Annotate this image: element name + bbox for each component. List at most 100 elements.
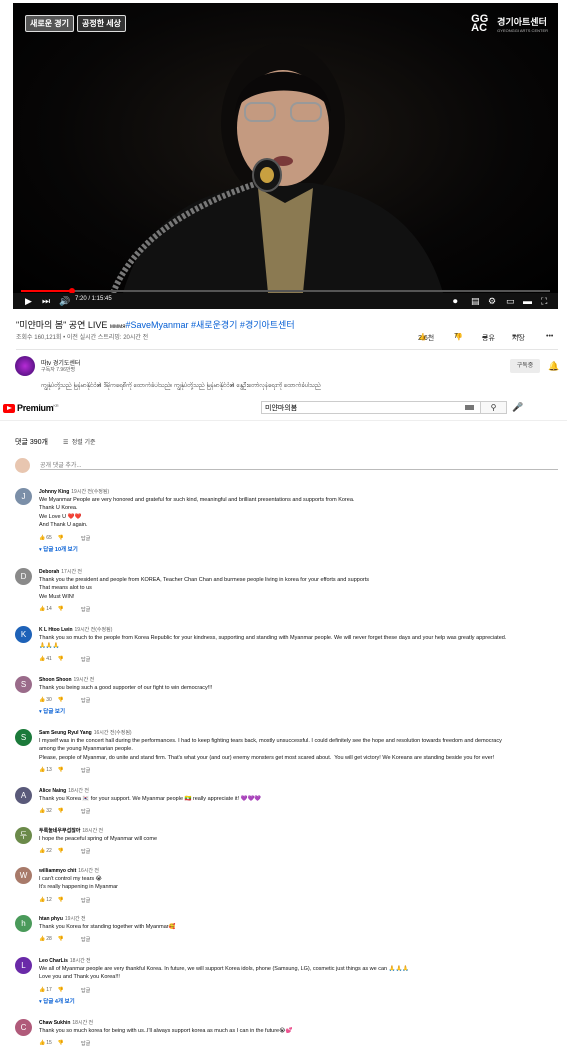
comment-dislike-button[interactable]: 👎 (58, 656, 64, 662)
dislike-count: 7 (454, 333, 458, 340)
comment-avatar[interactable]: D (15, 568, 32, 585)
settings-gear-icon[interactable]: ⚙ (488, 295, 496, 307)
comment-timestamp[interactable]: 17시간 전 (61, 569, 82, 575)
comment-reply-button[interactable]: 답글 (81, 1040, 90, 1047)
comment-timestamp[interactable]: 19시간 전(수정됨) (71, 489, 109, 495)
comment-like-button[interactable]: 👍 (39, 767, 45, 773)
comment-like-button[interactable]: 👍 (39, 697, 45, 703)
comment-author[interactable]: Chaw Sukhin (39, 1020, 70, 1026)
comment-avatar[interactable]: K (15, 626, 32, 643)
comment-like-count: 13 (46, 767, 52, 774)
comment-header: Sam Seung Ryul Yang 16시간 전(수정됨) (39, 729, 132, 736)
comment-like-button[interactable]: 👍 (39, 936, 45, 942)
comment-reply-button[interactable]: 답글 (81, 656, 90, 663)
comment-author[interactable]: Johnny King (39, 489, 69, 495)
view-replies-button[interactable]: ▾ 답글 4개 보기 (39, 997, 75, 1005)
video-hashtags[interactable]: #SaveMyanmar #새로운경기 #경기아트센터 (126, 320, 295, 330)
watermark-name: 경기아트센터 (497, 17, 547, 27)
comment-like-button[interactable]: 👍 (39, 987, 45, 993)
comment-reply-button[interactable]: 답글 (81, 897, 90, 904)
next-icon[interactable]: ⏭ (42, 295, 50, 307)
comment-like-count: 41 (46, 655, 52, 662)
fullscreen-icon[interactable]: ⛶ (541, 295, 547, 307)
view-replies-button[interactable]: ▾ 답글 보기 (39, 707, 65, 715)
comment-actions: 👍41 👎 (39, 656, 64, 662)
comment-dislike-button[interactable]: 👎 (58, 697, 64, 703)
youtube-logo-icon[interactable] (3, 404, 15, 413)
subtitles-icon[interactable]: ▤ (471, 295, 480, 307)
sort-menu[interactable]: ☰ 정렬 기준 (63, 437, 95, 446)
comment-reply-button[interactable]: 답글 (81, 987, 90, 994)
comment-timestamp[interactable]: 18시간 전 (82, 828, 103, 834)
comment-author[interactable]: williammyo chit (39, 868, 76, 874)
comment-like-button[interactable]: 👍 (39, 606, 45, 612)
microphone-icon[interactable]: 🎤 (512, 402, 523, 413)
theater-mode-icon[interactable]: ▬ (523, 295, 532, 307)
comment-avatar[interactable]: C (15, 1019, 32, 1036)
volume-icon[interactable]: 🔊 (59, 295, 70, 307)
comment-like-button[interactable]: 👍 (39, 808, 45, 814)
comment-author[interactable]: Shoon Shoon (39, 677, 72, 683)
subscribed-button[interactable]: 구독중 (510, 359, 540, 373)
comment-timestamp[interactable]: 18시간 전 (72, 1020, 93, 1026)
keyboard-icon[interactable] (465, 405, 474, 410)
more-actions-button[interactable]: ••• (546, 333, 553, 340)
comment-dislike-button[interactable]: 👎 (58, 808, 64, 814)
comment-reply-button[interactable]: 답글 (81, 808, 90, 815)
search-button[interactable]: ⚲ (481, 401, 507, 414)
comment-author[interactable]: 두룩눌네우무섭잖아 (39, 828, 80, 834)
channel-avatar[interactable] (15, 356, 35, 376)
comment-reply-button[interactable]: 답글 (81, 936, 90, 943)
comment-like-button[interactable]: 👍 (39, 535, 45, 541)
autoplay-toggle-icon[interactable]: ⏺ (453, 295, 458, 307)
comment-like-button[interactable]: 👍 (39, 656, 45, 662)
comment-author[interactable]: htan phyu (39, 916, 63, 922)
comment-author[interactable]: Leo CharLis (39, 958, 68, 964)
comment-avatar[interactable]: W (15, 867, 32, 884)
comment-dislike-button[interactable]: 👎 (58, 535, 64, 541)
comment-author[interactable]: K L Htoo Lwin (39, 627, 73, 633)
comment-avatar[interactable]: A (15, 787, 32, 804)
comment-dislike-button[interactable]: 👎 (58, 987, 64, 993)
notification-bell-icon[interactable]: 🔔 (548, 361, 559, 372)
comment-dislike-button[interactable]: 👎 (58, 606, 64, 612)
progress-bar[interactable] (21, 288, 550, 294)
comment-timestamp[interactable]: 16시간 전(수정됨) (94, 730, 132, 736)
comment-dislike-button[interactable]: 👎 (58, 1040, 64, 1046)
comment-reply-button[interactable]: 답글 (81, 767, 90, 774)
comment-reply-button[interactable]: 답글 (81, 606, 90, 613)
comment-timestamp[interactable]: 18시간 전 (70, 958, 91, 964)
video-player[interactable]: 새로운 경기 공정한 세상 GG AC 경기아트센터 GYEONGGI ARTS… (13, 3, 558, 309)
comment-avatar[interactable]: 두 (15, 827, 32, 844)
comment-like-button[interactable]: 👍 (39, 848, 45, 854)
comment-avatar[interactable]: L (15, 957, 32, 974)
comment-avatar[interactable]: S (15, 729, 32, 746)
comment-dislike-button[interactable]: 👎 (58, 848, 64, 854)
comment-reply-button[interactable]: 답글 (81, 535, 90, 542)
comment-dislike-button[interactable]: 👎 (58, 767, 64, 773)
comment-timestamp[interactable]: 19시간 전 (74, 677, 95, 683)
play-icon[interactable]: ▶ (25, 295, 32, 307)
comment-like-button[interactable]: 👍 (39, 897, 45, 903)
search-input[interactable]: 미얀마의봄 (261, 401, 481, 414)
comment-timestamp[interactable]: 19시간 전 (65, 916, 86, 922)
comment-author[interactable]: Sam Seung Ryul Yang (39, 730, 92, 736)
comment-avatar[interactable]: h (15, 915, 32, 932)
miniplayer-icon[interactable]: ▭ (506, 295, 515, 307)
comment-dislike-button[interactable]: 👎 (58, 936, 64, 942)
comment-reply-button[interactable]: 답글 (81, 697, 90, 704)
comment-avatar[interactable]: J (15, 488, 32, 505)
comment-reply-button[interactable]: 답글 (81, 848, 90, 855)
comment-author[interactable]: Alice Naing (39, 788, 66, 794)
comment-timestamp[interactable]: 18시간 전 (68, 788, 89, 794)
comment-timestamp[interactable]: 16시간 전 (78, 868, 99, 874)
comment-timestamp[interactable]: 19시간 전(수정됨) (75, 627, 113, 633)
view-replies-button[interactable]: ▾ 답글 10개 보기 (39, 545, 78, 553)
video-frame[interactable]: 새로운 경기 공정한 세상 GG AC 경기아트센터 GYEONGGI ARTS… (13, 3, 558, 294)
youtube-premium-logo[interactable]: PremiumKR (17, 403, 59, 413)
comment-avatar[interactable]: S (15, 676, 32, 693)
comment-like-button[interactable]: 👍 (39, 1040, 45, 1046)
add-comment-input[interactable]: 공개 댓글 추가... (40, 460, 81, 469)
comment-author[interactable]: Deborah (39, 569, 59, 575)
comment-dislike-button[interactable]: 👎 (58, 897, 64, 903)
